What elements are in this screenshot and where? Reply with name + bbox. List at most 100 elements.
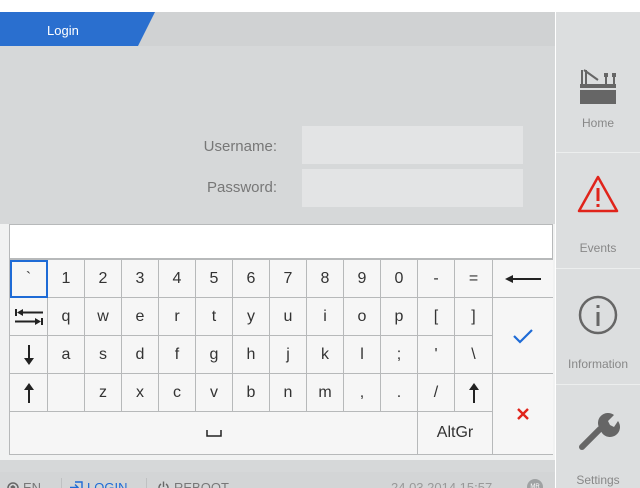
key-v[interactable]: v: [196, 374, 233, 412]
reboot-label: REBOOT: [174, 480, 229, 488]
key-1[interactable]: 1: [48, 260, 85, 298]
enter-key[interactable]: [493, 298, 553, 374]
sidebar-item-events[interactable]: Events: [556, 152, 640, 268]
reboot-button[interactable]: REBOOT: [157, 480, 229, 488]
key-right-bracket[interactable]: ]: [455, 298, 493, 336]
checkmark-icon: [513, 328, 533, 344]
key-minus[interactable]: -: [418, 260, 455, 298]
tab-login-label: Login: [47, 23, 79, 38]
key-8[interactable]: 8: [307, 260, 344, 298]
on-screen-keyboard: ` 1 2 3 4 5 6 7 8 9 0 - = q w e r t y u …: [0, 224, 555, 460]
main-area: Login Username: Password: ` 1 2 3 4 5 6 …: [0, 12, 555, 488]
sidebar: Home Events Information Settings: [556, 12, 640, 488]
key-5[interactable]: 5: [196, 260, 233, 298]
tab-login[interactable]: Login: [0, 12, 155, 46]
key-blank[interactable]: [48, 374, 85, 412]
key-4[interactable]: 4: [159, 260, 196, 298]
shift-icon: [23, 382, 34, 403]
key-apostrophe[interactable]: ': [418, 336, 455, 374]
shift-icon: [468, 382, 479, 403]
key-f[interactable]: f: [159, 336, 196, 374]
key-u[interactable]: u: [270, 298, 307, 336]
shift-right-key[interactable]: [455, 374, 493, 412]
key-period[interactable]: .: [381, 374, 418, 412]
login-link[interactable]: LOGIN: [70, 480, 127, 488]
space-icon: [205, 429, 222, 437]
info-icon: [578, 295, 618, 335]
shift-left-key[interactable]: [10, 374, 48, 412]
key-c[interactable]: c: [159, 374, 196, 412]
key-y[interactable]: y: [233, 298, 270, 336]
wrench-icon: [579, 413, 620, 450]
globe-icon: [7, 481, 19, 488]
login-icon: [70, 481, 83, 488]
key-backtick[interactable]: `: [10, 260, 48, 298]
tab-bar: Login: [0, 12, 555, 46]
key-3[interactable]: 3: [122, 260, 159, 298]
key-semicolon[interactable]: ;: [381, 336, 418, 374]
key-k[interactable]: k: [307, 336, 344, 374]
close-icon: [517, 408, 529, 420]
key-s[interactable]: s: [85, 336, 122, 374]
key-7[interactable]: 7: [270, 260, 307, 298]
sidebar-label-information: Information: [567, 357, 629, 371]
altgr-key[interactable]: AltGr: [418, 412, 493, 454]
language-selector[interactable]: EN: [7, 480, 41, 488]
password-input[interactable]: [302, 169, 523, 207]
key-equals[interactable]: =: [455, 260, 493, 298]
key-e[interactable]: e: [122, 298, 159, 336]
key-slash[interactable]: /: [418, 374, 455, 412]
key-comma[interactable]: ,: [344, 374, 381, 412]
caps-lock-icon: [23, 344, 34, 365]
language-label: EN: [23, 480, 42, 488]
key-backslash[interactable]: \: [455, 336, 493, 374]
key-o[interactable]: o: [344, 298, 381, 336]
key-6[interactable]: 6: [233, 260, 270, 298]
key-2[interactable]: 2: [85, 260, 122, 298]
key-9[interactable]: 9: [344, 260, 381, 298]
caps-lock-key[interactable]: [10, 336, 48, 374]
tab-key[interactable]: [10, 298, 48, 336]
key-n[interactable]: n: [270, 374, 307, 412]
key-l[interactable]: l: [344, 336, 381, 374]
key-g[interactable]: g: [196, 336, 233, 374]
key-w[interactable]: w: [85, 298, 122, 336]
tab-icon: [14, 308, 43, 325]
sidebar-item-information[interactable]: Information: [556, 268, 640, 384]
keyboard-input-display: [9, 224, 553, 259]
key-x[interactable]: x: [122, 374, 159, 412]
password-label: Password:: [206, 179, 277, 196]
backspace-icon: [505, 274, 541, 283]
username-input[interactable]: [302, 126, 523, 164]
key-m[interactable]: m: [307, 374, 344, 412]
key-a[interactable]: a: [48, 336, 85, 374]
key-t[interactable]: t: [196, 298, 233, 336]
key-d[interactable]: d: [122, 336, 159, 374]
username-label: Username:: [203, 138, 277, 155]
sidebar-label-settings: Settings: [576, 473, 620, 487]
sidebar-item-home[interactable]: Home: [556, 36, 640, 152]
key-b[interactable]: b: [233, 374, 270, 412]
sidebar-item-settings[interactable]: Settings: [556, 384, 640, 488]
key-h[interactable]: h: [233, 336, 270, 374]
key-r[interactable]: r: [159, 298, 196, 336]
space-key[interactable]: [10, 412, 418, 454]
key-i[interactable]: i: [307, 298, 344, 336]
sidebar-label-events: Events: [579, 241, 617, 255]
warning-icon: [577, 175, 619, 213]
login-label: LOGIN: [87, 480, 128, 488]
transformer-icon: [580, 69, 616, 104]
sidebar-label-home: Home: [581, 116, 614, 130]
key-p[interactable]: p: [381, 298, 418, 336]
mr-logo: MR: [527, 479, 543, 488]
key-q[interactable]: q: [48, 298, 85, 336]
power-icon: [158, 481, 169, 488]
datetime: 24.03.2014 15:57: [391, 480, 493, 488]
backspace-key[interactable]: [493, 260, 553, 298]
key-z[interactable]: z: [85, 374, 122, 412]
key-left-bracket[interactable]: [: [418, 298, 455, 336]
key-0[interactable]: 0: [381, 260, 418, 298]
cancel-key[interactable]: [493, 374, 553, 454]
key-j[interactable]: j: [270, 336, 307, 374]
keyboard-keys: ` 1 2 3 4 5 6 7 8 9 0 - = q w e r t y u …: [9, 259, 553, 455]
